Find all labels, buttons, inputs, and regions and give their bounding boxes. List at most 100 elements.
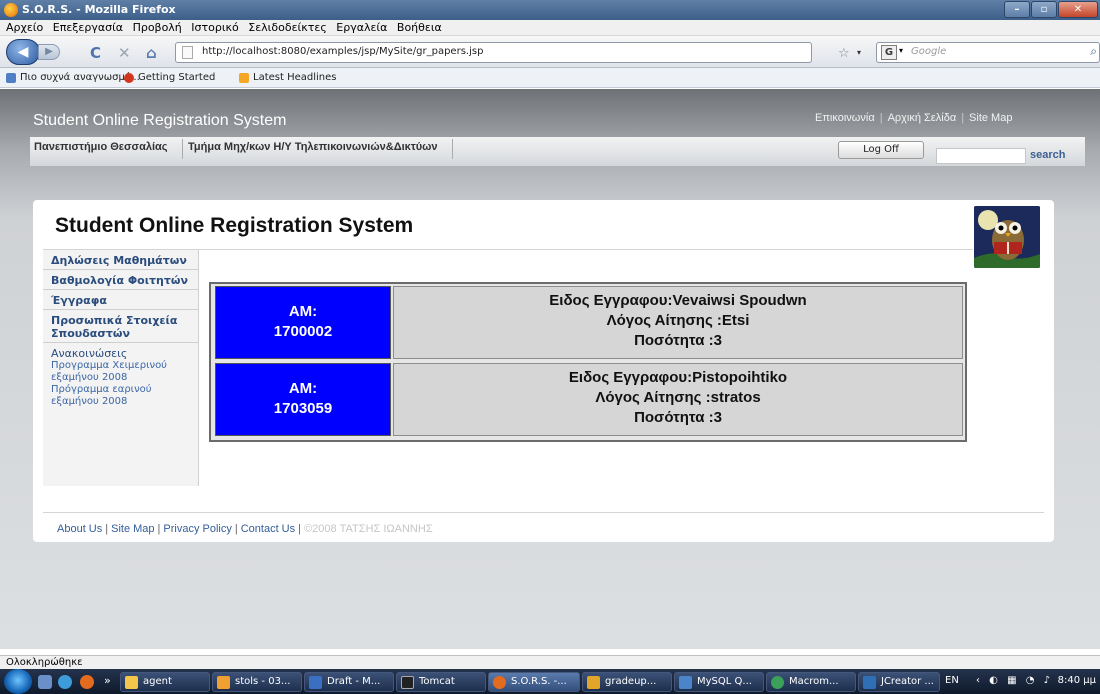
logoff-button[interactable]: Log Off (838, 141, 924, 159)
window-title: S.O.R.S. - Mozilla Firefox (22, 3, 176, 16)
task-draft[interactable]: Draft - M... (304, 672, 394, 692)
sidebar: Δηλώσεις Μαθημάτων Βαθμολογία Φοιτητών Έ… (43, 250, 199, 486)
contact-us-link[interactable]: Contact Us (241, 523, 295, 535)
taskbar: » agent stols - 03... Draft - M... Tomca… (0, 669, 1100, 694)
page-icon (182, 46, 193, 59)
task-label: stols - 03... (235, 676, 291, 687)
getting-started-icon (124, 72, 134, 83)
bookmark-star-icon[interactable]: ☆ (838, 46, 850, 61)
am-value: 1700002 (273, 323, 333, 340)
menu-edit[interactable]: Επεξεργασία (53, 21, 123, 34)
search-icon[interactable]: ⌕ (1090, 44, 1097, 59)
breadcrumb: Πανεπιστήμιο Θεσσαλίας Τμήμα Μηχ/κων Η/Υ… (30, 137, 1085, 167)
home-link[interactable]: Αρχική Σελίδα (888, 112, 957, 124)
quicklaunch-chevron-icon[interactable]: » (104, 674, 111, 687)
page-title: Student Online Registration System (55, 214, 414, 237)
announcements: Ανακοινώσεις Προγραμμα Χειμερινού εξαμήν… (43, 343, 198, 412)
page-footer: About Us | Site Map | Privacy Policy | Contact… (43, 512, 1044, 542)
search-button[interactable]: search (1030, 149, 1065, 161)
browser-search-bar[interactable]: G ▾ Google ⌕ (876, 42, 1100, 63)
divider (182, 139, 183, 159)
close-button[interactable]: ✕ (1058, 1, 1098, 18)
crumb-department[interactable]: Τμήμα Μηχ/κων Η/Υ Τηλεπικοινωνιών&Δικτύω… (188, 141, 438, 153)
menu-bookmarks[interactable]: Σελιδοδείκτες (248, 21, 327, 34)
app-icon (587, 676, 600, 689)
task-stols[interactable]: stols - 03... (212, 672, 302, 692)
start-button[interactable] (4, 669, 32, 694)
url-text[interactable]: http://localhost:8080/examples/jsp/MySit… (202, 46, 483, 57)
task-sors[interactable]: S.O.R.S. -... (488, 672, 580, 692)
jcreator-icon (863, 676, 876, 689)
task-mysql[interactable]: MySQL Q... (674, 672, 764, 692)
quantity: Ποσότητα :3 (634, 332, 722, 349)
sidebar-item-documents[interactable]: Έγγραφα (43, 290, 198, 310)
request-reason: Λόγος Αίτησης :stratos (595, 389, 761, 406)
menu-tools[interactable]: Εργαλεία (336, 21, 387, 34)
forward-arrow-icon: ▶ (45, 46, 53, 57)
content-card: Student Online Registration System Δηλώσ… (33, 200, 1054, 542)
about-link[interactable]: About Us (57, 523, 102, 535)
menu-view[interactable]: Προβολή (133, 21, 182, 34)
back-arrow-icon: ◀ (17, 44, 29, 60)
sidebar-item-course-declarations[interactable]: Δηλώσεις Μαθημάτων (43, 250, 198, 270)
language-indicator[interactable]: EN (945, 675, 959, 686)
task-agent[interactable]: agent (120, 672, 210, 692)
announcement-link[interactable]: Προγραμμα Χειμερινού εξαμήνου 2008 (51, 360, 190, 384)
document-info-cell: Ειδος Εγγραφου:Pistopoihtiko Λόγος Αίτησ… (393, 363, 963, 436)
top-links: Επικοινωνία | Αρχική Σελίδα | Site Map (815, 112, 1012, 124)
engine-dropdown-icon[interactable]: ▾ (899, 46, 903, 55)
tray-icons[interactable]: ‹ ◐ ▦ ◔ ♪ (976, 675, 1053, 686)
footer-sitemap-link[interactable]: Site Map (111, 523, 154, 535)
task-gradeup[interactable]: gradeup... (582, 672, 672, 692)
site-search-input[interactable] (936, 148, 1026, 164)
app-icon (217, 676, 230, 689)
back-button[interactable]: ◀ (6, 39, 40, 65)
contact-link[interactable]: Επικοινωνία (815, 112, 875, 124)
maximize-button[interactable]: ▫ (1031, 1, 1057, 18)
clock[interactable]: 8:40 μμ (1058, 675, 1096, 686)
show-desktop-icon[interactable] (38, 675, 52, 689)
announcement-link[interactable]: Πρόγραμμα εαρινού εξαμήνου 2008 (51, 384, 190, 408)
task-jcreator[interactable]: JCreator ... (858, 672, 940, 692)
search-placeholder[interactable]: Google (911, 46, 946, 57)
sitemap-link[interactable]: Site Map (969, 112, 1012, 124)
home-icon[interactable]: ⌂ (146, 44, 157, 62)
student-id-cell: AM: 1700002 (215, 286, 391, 359)
task-macromedia[interactable]: Macrom... (766, 672, 856, 692)
minimize-button[interactable]: – (1004, 1, 1030, 18)
google-engine-icon[interactable]: G (881, 45, 897, 60)
student-id-cell: AM: 1703059 (215, 363, 391, 436)
history-dropdown-icon[interactable]: ▾ (857, 48, 861, 57)
menu-history[interactable]: Ιστορικό (191, 21, 239, 34)
divider (452, 139, 453, 159)
word-icon (309, 676, 322, 689)
menu-file[interactable]: Αρχείο (6, 21, 43, 34)
ie-icon[interactable] (58, 675, 72, 689)
task-label: JCreator ... (881, 676, 934, 687)
task-tomcat[interactable]: Tomcat (396, 672, 486, 692)
separator: | (105, 523, 109, 535)
announcements-heading: Ανακοινώσεις (51, 347, 128, 360)
firefox-quick-icon[interactable] (80, 675, 94, 689)
url-bar[interactable]: http://localhost:8080/examples/jsp/MySit… (175, 42, 812, 63)
window-titlebar: S.O.R.S. - Mozilla Firefox – ▫ ✕ (0, 0, 1100, 20)
task-label: Draft - M... (327, 676, 381, 687)
document-info-cell: Ειδος Εγγραφου:Vevaiwsi Spoudwn Λόγος Αί… (393, 286, 963, 359)
sidebar-item-grades[interactable]: Βαθμολογία Φοιτητών (43, 270, 198, 290)
menu-help[interactable]: Βοήθεια (397, 21, 442, 34)
crumb-university[interactable]: Πανεπιστήμιο Θεσσαλίας (34, 141, 167, 153)
reload-icon[interactable]: C (90, 44, 101, 62)
bookmark-getting-started[interactable]: Getting Started (124, 72, 215, 83)
privacy-link[interactable]: Privacy Policy (163, 523, 231, 535)
am-label: AM: (288, 303, 318, 320)
forward-button[interactable]: ▶ (38, 44, 60, 60)
am-label: AM: (288, 380, 318, 397)
document-type: Ειδος Εγγραφου:Vevaiwsi Spoudwn (549, 292, 807, 309)
stop-icon[interactable]: ✕ (118, 44, 131, 62)
bookmark-latest-headlines[interactable]: Latest Headlines (239, 72, 337, 83)
sidebar-item-personal-data[interactable]: Προσωπικά Στοιχεία Σπουδαστών (43, 310, 198, 343)
bookmark-most-visited[interactable]: Πιο συχνά αναγνωσμέ... (6, 72, 140, 83)
request-reason: Λόγος Αίτησης :Etsi (606, 312, 750, 329)
bookmark-label: Getting Started (138, 72, 216, 83)
separator: | (234, 523, 238, 535)
